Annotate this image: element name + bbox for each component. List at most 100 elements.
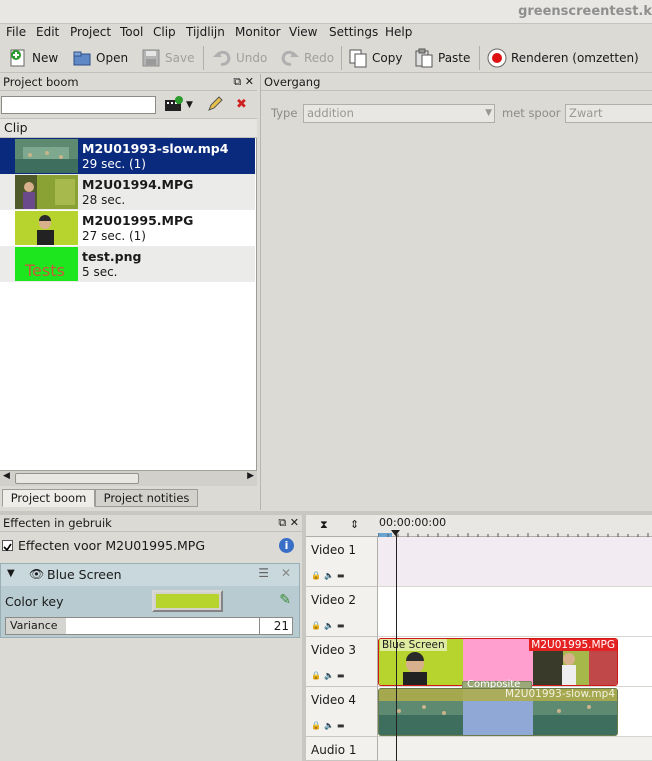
info-icon[interactable]: i	[279, 538, 294, 553]
close-panel-icon[interactable]: ✕	[245, 75, 254, 88]
menu-tijdlijn[interactable]: Tijdlijn	[186, 25, 225, 39]
menu-project[interactable]: Project	[70, 25, 111, 39]
track-lock-mute-icons[interactable]: 🔒🔈▬	[311, 671, 347, 680]
redo-button[interactable]: Redo	[280, 45, 334, 70]
menu-edit[interactable]: Edit	[36, 25, 59, 39]
save-button-label: Save	[165, 50, 195, 65]
playhead[interactable]	[396, 533, 397, 761]
track-lock-mute-icons[interactable]: 🔒🔈▬	[311, 721, 347, 730]
ruler-ticks	[378, 530, 649, 537]
render-button[interactable]: Renderen (omzetten)	[487, 45, 639, 70]
track-lane-video-2[interactable]	[378, 587, 652, 637]
transition-type-label: Type	[271, 106, 298, 120]
menu-file[interactable]: File	[6, 25, 26, 39]
record-icon	[487, 48, 507, 68]
transition-track-select[interactable]: Zwart	[565, 104, 652, 123]
transition-type-select[interactable]: addition ▼	[303, 104, 495, 123]
clip-thumbnail	[15, 211, 78, 245]
tab-project-notities[interactable]: Project notities	[95, 489, 198, 507]
chevron-down-icon: ▼	[485, 108, 492, 118]
project-tree-header: Project boom ⧉ ✕	[0, 74, 257, 91]
track-header-video-4[interactable]: Video 4 🔒🔈▬	[306, 687, 378, 737]
menu-tool[interactable]: Tool	[120, 25, 143, 39]
zoom-fit-icon[interactable]: ⧗	[320, 518, 328, 532]
clip-row[interactable]: Tests test.png 5 sec.	[0, 246, 255, 282]
delete-clip-icon[interactable]: ✖	[236, 96, 247, 114]
horizontal-scrollbar[interactable]: ◀ ▶	[0, 470, 257, 486]
scroll-right-icon[interactable]: ▶	[247, 471, 254, 481]
timeline-clip-m2u01993[interactable]: M2U01993-slow.mp4	[378, 688, 618, 736]
track-lane-video-1[interactable]	[378, 537, 652, 587]
copy-button-label: Copy	[372, 50, 403, 65]
effect-name: Blue Screen	[47, 567, 122, 582]
save-button[interactable]: Save	[141, 45, 194, 70]
open-button-label: Open	[96, 50, 129, 65]
clip-duration: 29 sec. (1)	[82, 157, 146, 171]
menu-view[interactable]: View	[289, 25, 317, 39]
clip-duration: 28 sec.	[82, 193, 126, 207]
close-panel-icon[interactable]: ✕	[290, 516, 299, 529]
project-tree-title: Project boom	[3, 75, 79, 89]
paste-button[interactable]: Paste	[414, 45, 470, 70]
new-button[interactable]: New	[8, 45, 58, 70]
tab-project-boom[interactable]: Project boom	[2, 489, 95, 507]
project-search-input[interactable]	[1, 96, 156, 114]
track-name: Audio 1	[311, 743, 357, 757]
track-header-video-2[interactable]: Video 2 🔒🔈▬	[306, 587, 378, 637]
effects-header: Effecten in gebruik ⧉ ✕	[0, 515, 302, 532]
scrollbar-thumb[interactable]	[15, 473, 139, 484]
undo-button[interactable]: Undo	[212, 45, 267, 70]
effects-target-row: Effecten voor M2U01995.MPG i	[0, 535, 302, 557]
clip-column-header[interactable]: Clip	[0, 118, 257, 138]
effects-enable-checkbox[interactable]	[2, 540, 13, 552]
clip-row[interactable]: M2U01994.MPG 28 sec.	[0, 174, 255, 210]
color-key-button[interactable]	[152, 590, 223, 612]
menu-settings[interactable]: Settings	[329, 25, 378, 39]
variance-slider[interactable]: Variance 21	[5, 617, 293, 635]
variance-value[interactable]: 21	[259, 618, 292, 634]
edit-clip-icon[interactable]	[207, 96, 223, 114]
track-lane-audio-1[interactable]	[378, 737, 652, 761]
effect-header: ▼ 👁 Blue Screen ☰ ✕	[1, 564, 299, 586]
redo-arrow-icon	[280, 48, 300, 68]
transition-header: Overgang	[261, 74, 652, 91]
thumbnail-text: Tests	[25, 261, 65, 280]
track-header-video-1[interactable]: Video 1 🔒🔈▬	[306, 537, 378, 587]
menu-monitor[interactable]: Monitor	[235, 25, 281, 39]
menu-help[interactable]: Help	[385, 25, 412, 39]
project-tree-panel: Project boom ⧉ ✕ ▼ ✖ Clip M2U01993-slow.…	[0, 74, 257, 510]
track-header-audio-1[interactable]: Audio 1	[306, 737, 378, 761]
collapse-arrow-icon[interactable]: ▼	[7, 568, 15, 579]
effect-menu-icon[interactable]: ☰	[258, 566, 269, 580]
remove-effect-icon[interactable]: ✕	[281, 566, 291, 580]
add-clip-icon[interactable]	[164, 96, 188, 114]
transition-track-label: met spoor	[502, 106, 561, 120]
clip-row[interactable]: M2U01995.MPG 27 sec. (1)	[0, 210, 255, 246]
new-document-icon	[8, 48, 28, 68]
copy-icon	[348, 48, 368, 68]
scroll-left-icon[interactable]: ◀	[3, 471, 10, 481]
clip-name-label: M2U01993-slow.mp4	[505, 688, 615, 700]
color-picker-icon[interactable]: ✎	[279, 592, 291, 608]
clip-name: M2U01995.MPG	[82, 213, 194, 228]
float-panel-icon[interactable]: ⧉	[233, 75, 241, 88]
menu-bar: File Edit Project Tool Clip Tijdlijn Mon…	[0, 24, 652, 42]
toolbar-separator	[203, 46, 204, 70]
timeline-panel: ⧗ ⇕ 00:00:00:00 Video 1 🔒🔈▬ Video 2 🔒🔈▬ …	[306, 515, 652, 761]
dropdown-arrow-icon[interactable]: ▼	[186, 96, 193, 114]
float-panel-icon[interactable]: ⧉	[278, 516, 286, 529]
expand-tracks-icon[interactable]: ⇕	[350, 518, 359, 531]
track-lock-mute-icons[interactable]: 🔒🔈▬	[311, 621, 347, 630]
open-button[interactable]: Open	[72, 45, 128, 70]
menu-clip[interactable]: Clip	[153, 25, 176, 39]
track-header-video-3[interactable]: Video 3 🔒🔈▬	[306, 637, 378, 687]
copy-button[interactable]: Copy	[348, 45, 402, 70]
clip-list: M2U01993-slow.mp4 29 sec. (1) M2U01994.M…	[0, 138, 257, 470]
track-lock-mute-icons[interactable]: 🔒🔈▬	[311, 571, 347, 580]
open-folder-icon	[72, 48, 92, 68]
track-name: Video 3	[311, 643, 357, 657]
eye-icon[interactable]: 👁	[29, 567, 44, 581]
new-button-label: New	[32, 50, 59, 65]
clip-row[interactable]: M2U01993-slow.mp4 29 sec. (1)	[0, 138, 255, 174]
track-name: Video 1	[311, 543, 357, 557]
